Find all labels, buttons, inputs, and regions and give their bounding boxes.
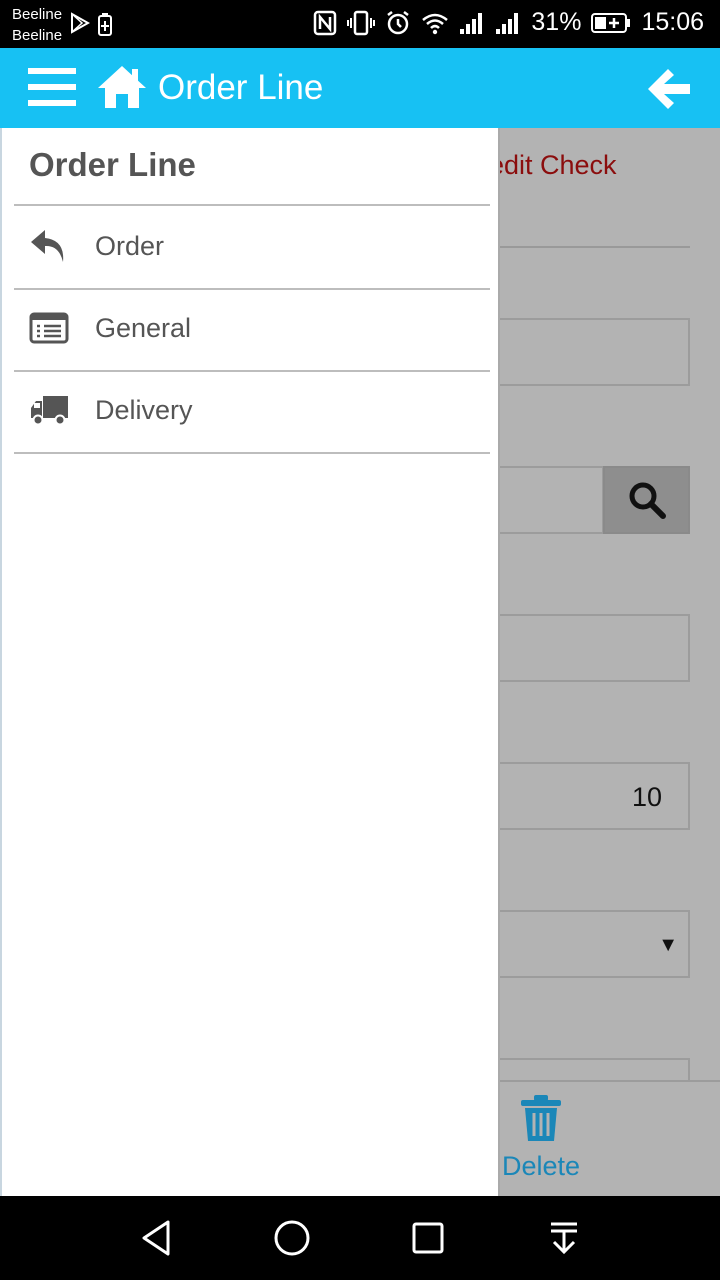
reply-icon xyxy=(28,226,70,266)
navigation-drawer: Order Line Order General Delivery xyxy=(0,128,500,1196)
select-field[interactable]: ▼ xyxy=(480,910,690,978)
battery-percent: 31% xyxy=(531,8,582,36)
drawer-item-label: Delivery xyxy=(95,394,193,425)
credit-check-link[interactable]: redit Check xyxy=(480,150,617,181)
delete-button[interactable]: Delete xyxy=(500,1094,582,1182)
signal-icon xyxy=(496,12,519,34)
menu-icon[interactable] xyxy=(28,68,76,110)
list-icon xyxy=(28,308,70,348)
nfc-icon xyxy=(314,10,337,35)
dropdown-arrow-icon: ▼ xyxy=(658,934,678,956)
status-right: 31% 15:06 xyxy=(313,8,704,37)
trash-icon xyxy=(521,1095,561,1141)
page-title: Order Line xyxy=(158,68,324,107)
divider xyxy=(480,246,690,248)
carrier-names: Beeline Beeline xyxy=(12,4,62,46)
home-icon[interactable] xyxy=(96,64,148,110)
nav-back-icon[interactable] xyxy=(138,1218,178,1258)
search-icon xyxy=(629,482,666,519)
status-bar: Beeline Beeline 31% 15:06 xyxy=(0,0,720,48)
drawer-item-order[interactable]: Order xyxy=(14,206,490,286)
truck-icon xyxy=(28,390,70,430)
clock: 15:06 xyxy=(641,8,704,36)
app-bar: Order Line xyxy=(0,48,720,128)
drawer-title: Order Line xyxy=(29,146,196,183)
quantity-value: 10 xyxy=(631,782,662,812)
alarm-icon xyxy=(387,10,410,34)
nav-home-icon[interactable] xyxy=(272,1218,312,1258)
play-store-icon xyxy=(71,12,90,34)
text-field[interactable] xyxy=(480,614,690,682)
vibrate-icon xyxy=(347,10,376,35)
battery-saver-icon xyxy=(98,13,112,36)
drawer-item-general[interactable]: General xyxy=(14,288,490,368)
quantity-field[interactable]: 10 xyxy=(480,762,690,830)
battery-icon xyxy=(591,12,631,33)
wifi-icon xyxy=(422,13,449,34)
drawer-item-label: Order xyxy=(95,230,165,261)
system-nav-bar xyxy=(0,1196,720,1280)
search-button[interactable] xyxy=(603,466,690,534)
nav-recents-icon[interactable] xyxy=(408,1218,448,1258)
signal-icon xyxy=(460,12,483,34)
back-arrow-icon[interactable] xyxy=(644,66,692,112)
text-field[interactable] xyxy=(480,318,690,386)
carrier-2: Beeline xyxy=(12,27,63,44)
carrier-1: Beeline xyxy=(12,6,63,23)
divider xyxy=(14,452,490,454)
drawer-item-delivery[interactable]: Delivery xyxy=(14,370,490,450)
drawer-item-label: General xyxy=(95,312,192,343)
nav-notifications-icon[interactable] xyxy=(544,1218,584,1258)
delete-label: Delete xyxy=(501,1151,581,1181)
status-left-icons xyxy=(70,12,112,36)
